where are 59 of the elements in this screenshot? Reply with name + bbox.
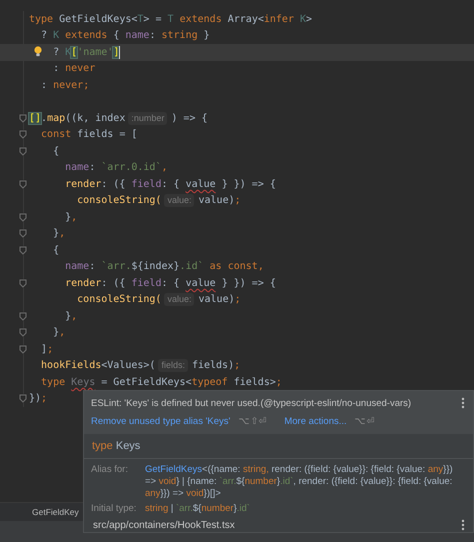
detail-label: Alias for: [91, 464, 129, 477]
declaration-text: type Keys [84, 434, 473, 459]
code-text: render: ({ field: { value } }) => { [64, 278, 276, 289]
inlay-hint: :number [128, 112, 168, 125]
inlay-hint: fields: [158, 359, 188, 372]
shortcut-hint: ⌥⏎ [354, 415, 375, 427]
code-text: : never; [40, 80, 90, 91]
fold-icon[interactable] [19, 278, 27, 288]
code-text: name: `arr.${index}.id` as const, [64, 261, 264, 272]
fold-icon[interactable] [19, 114, 27, 123]
fold-icon[interactable] [19, 146, 27, 156]
code-text: }, [52, 228, 66, 240]
more-icon[interactable] [461, 397, 465, 409]
code-text: type Keys = GetFieldKeys<typeof fields>; [40, 376, 282, 388]
fold-icon[interactable] [19, 328, 27, 338]
code-text: : never [52, 63, 96, 74]
code-text: }, [64, 212, 78, 223]
lightbulb-icon[interactable] [34, 46, 42, 57]
code-text: }, [64, 310, 78, 322]
fold-icon[interactable] [19, 344, 27, 354]
detail-label: Initial type: [91, 503, 138, 515]
type-text: GetFieldKeys<({name: string, render: ({field: {value}}: {field: {value: any}}) => void} | {name: `arr.${number}.id`, render: ({field: {value}}: {field: {value: any}}) => void})[]> [145, 464, 454, 500]
file-path: src/app/containers/HookTest.tsx [93, 520, 235, 530]
shortcut-hint: ⌥⇧⏎ [238, 415, 266, 427]
type-text: string | `arr.${number}.id` [145, 503, 251, 515]
inlay-hint: value: [164, 194, 194, 208]
inlay-hint: value: [164, 293, 194, 306]
text-caret [119, 46, 120, 59]
fold-icon[interactable] [19, 312, 27, 321]
code-text: { [52, 146, 60, 157]
code-text: hookFields<Values>( [40, 360, 156, 372]
code-text: value); [198, 294, 241, 306]
code-text: ) => { [171, 112, 208, 124]
action-link[interactable]: More actions... [284, 416, 347, 426]
code-text: ? K extends { name: string } [40, 30, 210, 42]
fold-icon[interactable] [19, 130, 27, 140]
code-text: consoleString( [76, 294, 162, 306]
code-text: { [52, 244, 60, 256]
code-text: const fields = [ [40, 129, 138, 140]
fold-icon[interactable] [19, 212, 27, 222]
code-text: }); [29, 393, 48, 404]
code-text: value); [198, 195, 241, 206]
code-text: type GetFieldKeys<T> = T extends Array<infer K> [29, 14, 312, 25]
action-link[interactable]: Remove unused type alias 'Keys' [91, 416, 230, 426]
fold-icon[interactable] [19, 394, 27, 404]
fold-icon[interactable] [19, 229, 27, 238]
type-link[interactable]: GetFieldKeys [145, 464, 202, 475]
breadcrumb-item[interactable]: GetFieldKey [32, 507, 79, 517]
code-text: [].map((k, index [29, 112, 126, 124]
fold-icon[interactable] [19, 246, 27, 255]
code-text: render: ({ field: { value } }) => { [64, 178, 276, 190]
code-text: }, [52, 327, 66, 338]
code-text: fields); [192, 360, 240, 372]
code-text: name: `arr.0.id`, [64, 162, 168, 174]
fold-icon[interactable] [19, 180, 27, 189]
lint-message: ESLint: 'Keys' is defined but never used.(@typescript-eslint/no-unused-vars) [91, 398, 412, 408]
code-text: consoleString( [76, 195, 162, 206]
code-text: ]; [40, 344, 54, 355]
more-icon[interactable] [461, 519, 465, 531]
